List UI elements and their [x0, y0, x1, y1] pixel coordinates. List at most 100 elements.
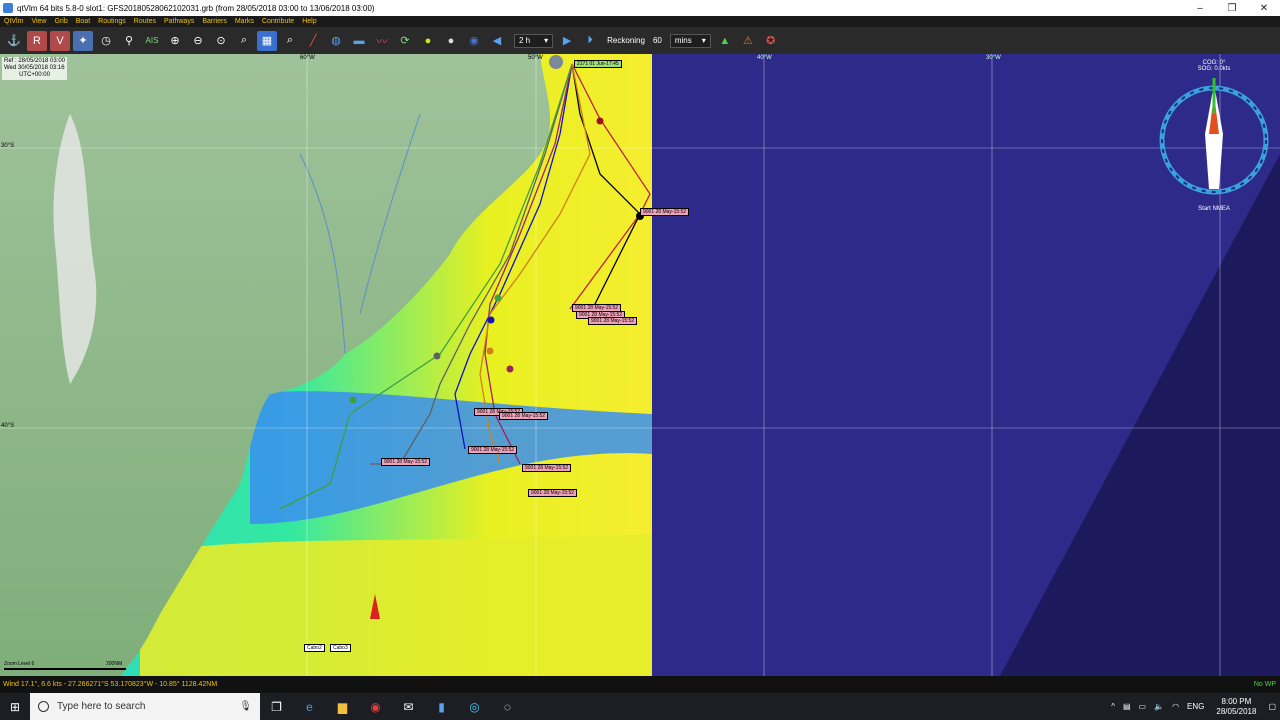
lat-label: 40°S [1, 423, 15, 429]
track-icon[interactable]: 〰 [372, 31, 392, 51]
app-icon [3, 3, 13, 13]
reckoning-value[interactable]: 60 [653, 36, 662, 45]
clock-time: 8:00 PM [1221, 696, 1252, 706]
mark-tag[interactable]: Cabo3 [330, 644, 351, 652]
chevron-up-icon[interactable]: ^ [1111, 702, 1115, 711]
menu-routes[interactable]: Routes [130, 18, 160, 25]
anchor-icon[interactable]: ⚲ [119, 31, 139, 51]
zoom-level-label: Zoom Level 6 [4, 661, 35, 667]
qtvlm-taskbar-icon[interactable]: ◎ [458, 693, 491, 720]
compass-dial [1159, 78, 1269, 195]
routing-icon[interactable]: R [27, 30, 47, 51]
refresh-icon[interactable]: ⟳ [395, 31, 415, 51]
menu-bar: QtVlm View Grib Boat Routings Routes Pat… [0, 16, 1280, 27]
grib-icon[interactable]: ● [441, 31, 461, 51]
lat-label: 30°S [1, 143, 15, 149]
chrome-icon[interactable]: ◉ [359, 693, 392, 720]
step-back-icon[interactable]: ◀ [487, 31, 507, 51]
step-forward-icon[interactable]: ▶ [557, 31, 577, 51]
menu-help[interactable]: Help [298, 18, 320, 25]
menu-view[interactable]: View [27, 18, 50, 25]
layers-icon[interactable]: ▬ [349, 31, 369, 51]
task-view-icon[interactable]: ❐ [260, 693, 293, 720]
route-tag[interactable]: 9001 28 May-15:52 [499, 412, 549, 420]
waypoint-status: No WP [1253, 681, 1276, 688]
color-map-icon[interactable]: ● [418, 31, 438, 51]
app-icon-generic[interactable]: ◌ [491, 693, 524, 720]
window-title: qtVlm 64 bits 5.8-0 slot1: GFS2018052806… [17, 3, 375, 13]
wifi-icon[interactable]: ◠ [1172, 702, 1179, 711]
close-button[interactable]: ✕ [1248, 0, 1280, 16]
reckoning-label: Reckoning [607, 36, 645, 45]
menu-barriers[interactable]: Barriers [198, 18, 231, 25]
menu-grib[interactable]: Grib [51, 18, 72, 25]
system-tray: ^ ▤ ▭ 🔈 ◠ ENG 8:00 PM 28/05/2018 ▢ [1107, 693, 1280, 720]
unit-select[interactable]: mins ▾ [669, 33, 711, 48]
warning-icon[interactable]: ⚠ [738, 31, 758, 51]
mark-tag[interactable]: Cabo2 [304, 644, 325, 652]
route-tag[interactable]: 9001 28 May-15:52 [522, 464, 572, 472]
cortana-icon [38, 701, 49, 712]
boat-shadow-marker[interactable] [549, 55, 563, 69]
maximize-button[interactable]: ❐ [1216, 0, 1248, 16]
route-tag[interactable]: 9001 28 May-15:52 [528, 489, 578, 497]
minimize-button[interactable]: – [1184, 0, 1216, 16]
status-readout: Wind 17.1°, 6.6 kts - 27.266271°S 53.170… [3, 681, 218, 688]
clock[interactable]: 8:00 PM 28/05/2018 [1216, 697, 1256, 717]
clock-icon[interactable]: ◷ [96, 31, 116, 51]
lon-label: 40°W [757, 55, 772, 61]
file-explorer-icon[interactable]: ▆ [326, 693, 359, 720]
route-tag[interactable]: 2171 01 Jun-17:45 [574, 60, 622, 68]
notification-icon[interactable]: ▢ [1268, 702, 1276, 711]
microphone-icon[interactable]: 🎙 [239, 701, 252, 712]
zoom-in-icon[interactable]: ⊕ [165, 31, 185, 51]
boat-tools-icon[interactable]: ⚓ [4, 31, 24, 51]
lon-label: 50°W [528, 55, 543, 61]
mail-icon[interactable]: ✉ [392, 693, 425, 720]
windows-start-icon[interactable]: ⊞ [0, 693, 30, 720]
map-canvas[interactable] [0, 54, 1280, 676]
play-icon[interactable]: ⏵ [580, 31, 600, 51]
zoom-fit-icon[interactable]: ⊙ [211, 31, 231, 51]
menu-routings[interactable]: Routings [94, 18, 130, 25]
draw-line-icon[interactable]: ╱ [303, 31, 323, 51]
step-select[interactable]: 2 h ▾ [514, 33, 554, 48]
main-toolbar: ⚓ R V ✦ ◷ ⚲ AIS ⊕ ⊖ ⊙ ⌕ ▦ ⌕ ╱ ◍ ▬ 〰 ⟳ ● … [0, 27, 1280, 54]
start-nmea-label[interactable]: Start NMEA [1157, 206, 1271, 212]
zoom-out-icon[interactable]: ⊖ [188, 31, 208, 51]
volume-icon[interactable]: 🔈 [1154, 702, 1164, 711]
route-tag[interactable]: 9001 28 May-15:52 [640, 208, 690, 216]
clock-date: 28/05/2018 [1216, 706, 1257, 716]
chart-map[interactable]: Ref : 28/05/2018 03:00 Wed 30/05/2018 03… [0, 54, 1280, 676]
menu-pathways[interactable]: Pathways [160, 18, 198, 25]
route-tag[interactable]: 9001 28 May-15:52 [381, 458, 431, 466]
lifebuoy-icon[interactable]: ✪ [761, 31, 781, 51]
globe-icon[interactable]: ◍ [326, 31, 346, 51]
chevron-down-icon: ▾ [544, 36, 549, 45]
scale-bar [4, 668, 126, 670]
select-area-icon[interactable]: ▦ [257, 30, 277, 51]
menu-boat[interactable]: Boat [72, 18, 94, 25]
network-icon[interactable]: ▤ [1123, 702, 1131, 711]
windows-taskbar: ⊞ Type here to search 🎙 ❐ e ▆ ◉ ✉ ▮ ◎ ◌ … [0, 693, 1280, 720]
wind-band-yellow [140, 534, 652, 676]
edge-icon[interactable]: e [293, 693, 326, 720]
sail-icon[interactable]: ▲ [715, 31, 735, 51]
language-indicator[interactable]: ENG [1187, 702, 1204, 711]
menu-marks[interactable]: Marks [231, 18, 258, 25]
route-tag[interactable]: 9001 28 May-15:52 [588, 317, 638, 325]
stop-icon[interactable]: ◉ [464, 31, 484, 51]
compass-widget[interactable]: COG: 0° SOG: 0.0kts Start NMEA [1157, 60, 1271, 212]
ais-icon[interactable]: AIS [142, 31, 162, 51]
zoom-area-icon[interactable]: ⌕ [234, 31, 254, 51]
vlm-icon[interactable]: V [50, 30, 70, 51]
menu-contribute[interactable]: Contribute [258, 18, 298, 25]
route-tag[interactable]: 9001 28 May-15:52 [468, 446, 518, 454]
taskbar-search[interactable]: Type here to search 🎙 [30, 693, 260, 720]
battery-icon[interactable]: ▭ [1139, 702, 1147, 711]
search-icon[interactable]: ⌕ [280, 31, 300, 51]
app-icon-blue[interactable]: ▮ [425, 693, 458, 720]
scale-bar-label: 200NM [106, 661, 123, 667]
menu-qtvlm[interactable]: QtVlm [0, 18, 27, 25]
compass-rose-icon[interactable]: ✦ [73, 30, 93, 51]
